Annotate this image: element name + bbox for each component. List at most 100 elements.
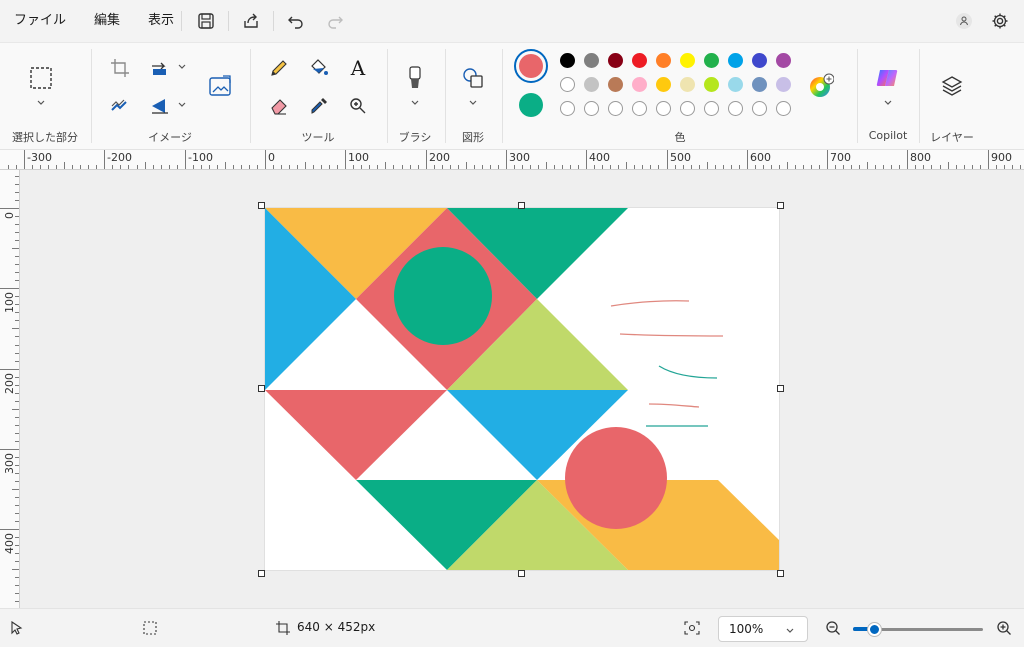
ruler-tick [907,150,908,169]
select-rectangle-icon[interactable] [28,65,54,91]
palette-swatch[interactable] [632,53,647,68]
ruler-label: -100 [188,151,213,164]
image-resize-icon[interactable] [207,73,233,99]
fit-to-window-icon[interactable] [684,621,700,635]
red-circle [565,427,667,529]
chevron-down-icon [786,628,794,633]
custom-color-slot[interactable] [728,101,743,116]
ruler-tick [385,162,386,169]
ruler-tick [948,162,949,169]
group-label-tools: ツール [301,131,335,144]
edit-colors-icon[interactable] [808,73,834,99]
palette-swatch[interactable] [656,77,671,92]
palette-swatch[interactable] [656,53,671,68]
brush-icon[interactable] [402,65,428,91]
palette-swatch[interactable] [752,77,767,92]
custom-color-slot[interactable] [560,101,575,116]
resize-handle-top[interactable] [518,202,525,209]
chevron-down-icon[interactable] [410,99,420,107]
custom-color-slot[interactable] [656,101,671,116]
chevron-down-icon[interactable] [177,63,187,71]
ruler-label: 100 [3,292,16,313]
resize-handle-top-right[interactable] [777,202,784,209]
resize-handle-left[interactable] [258,385,265,392]
menu-edit[interactable]: 編集 [80,0,134,42]
eraser-icon[interactable] [266,93,292,119]
chevron-down-icon[interactable] [36,99,46,107]
custom-color-slot[interactable] [752,101,767,116]
ruler-tick [12,248,19,249]
custom-color-slot[interactable] [680,101,695,116]
ruler-tick [747,150,748,169]
menu-divider [228,11,229,31]
cursor-position-icon [10,621,24,635]
selection-size-icon [143,621,157,635]
save-icon[interactable] [194,9,218,33]
custom-color-slot[interactable] [776,101,791,116]
palette-swatch[interactable] [776,77,791,92]
custom-color-slot[interactable] [584,101,599,116]
chevron-down-icon[interactable] [468,99,478,107]
pencil-icon[interactable] [266,55,292,81]
resize-handle-bottom-right[interactable] [777,570,784,577]
copilot-icon[interactable] [874,65,900,91]
menu-view[interactable]: 表示 [134,0,188,42]
palette-swatch[interactable] [560,53,575,68]
ruler-label: 0 [3,212,16,219]
zoom-in-icon[interactable] [996,620,1012,636]
account-icon[interactable] [952,9,976,33]
settings-gear-icon[interactable] [988,9,1012,33]
palette-swatch[interactable] [776,53,791,68]
layers-icon[interactable] [939,73,965,99]
resize-handle-bottom-left[interactable] [258,570,265,577]
share-icon[interactable] [239,9,263,33]
undo-icon[interactable] [284,9,308,33]
resize-handle-right[interactable] [777,385,784,392]
resize-skew-icon[interactable] [107,93,133,119]
text-tool-icon[interactable]: A [345,55,371,81]
chevron-down-icon[interactable] [177,101,187,109]
ruler-tick [12,569,19,570]
palette-swatch[interactable] [608,77,623,92]
ruler-tick [185,150,186,169]
primary-color-ring[interactable] [514,49,548,83]
palette-swatch[interactable] [728,77,743,92]
shapes-icon[interactable] [460,65,486,91]
magnifier-icon[interactable] [345,93,371,119]
ruler-label: 900 [991,151,1012,164]
rotate-icon[interactable] [147,55,173,81]
palette-swatch[interactable] [632,77,647,92]
ruler-label: 300 [509,151,530,164]
custom-color-slot[interactable] [704,101,719,116]
palette-swatch[interactable] [728,53,743,68]
group-label-copilot: Copilot [868,129,908,142]
menu-file[interactable]: ファイル [0,0,80,42]
zoom-slider-thumb[interactable] [868,623,881,636]
ruler-tick [988,150,989,169]
zoom-out-icon[interactable] [825,620,841,636]
palette-swatch[interactable] [752,53,767,68]
resize-handle-bottom[interactable] [518,570,525,577]
ruler-tick [104,150,105,169]
palette-swatch[interactable] [704,53,719,68]
palette-swatch[interactable] [584,77,599,92]
drawing-canvas[interactable] [265,208,779,570]
palette-swatch[interactable] [560,77,575,92]
redo-icon[interactable] [323,9,347,33]
group-divider [250,49,251,143]
resize-handle-top-left[interactable] [258,202,265,209]
flip-icon[interactable] [147,93,173,119]
fill-bucket-icon[interactable] [306,55,332,81]
crop-icon[interactable] [107,55,133,81]
palette-swatch[interactable] [680,53,695,68]
custom-color-slot[interactable] [608,101,623,116]
palette-swatch[interactable] [584,53,599,68]
zoom-select[interactable]: 100% [718,616,808,642]
chevron-down-icon[interactable] [883,99,893,107]
color-picker-icon[interactable] [306,93,332,119]
palette-swatch[interactable] [704,77,719,92]
secondary-color-swatch[interactable] [519,93,543,117]
palette-swatch[interactable] [608,53,623,68]
palette-swatch[interactable] [680,77,695,92]
custom-color-slot[interactable] [632,101,647,116]
